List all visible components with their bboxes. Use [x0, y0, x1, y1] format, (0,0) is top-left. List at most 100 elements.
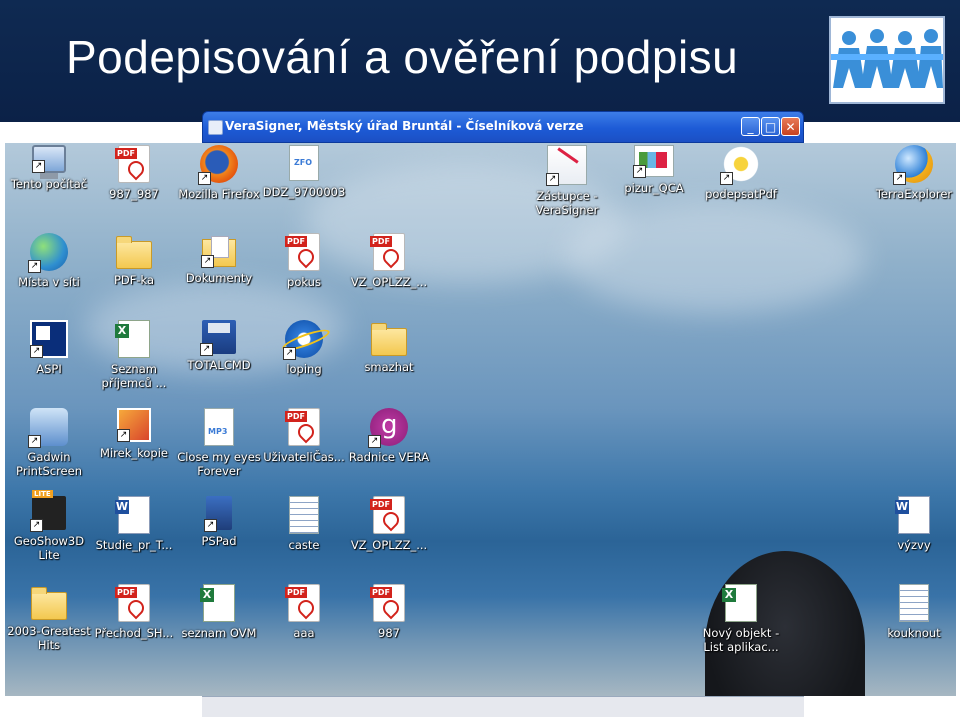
- desktop-icon-vz-oplzz[interactable]: VZ_OPLZZ_...: [345, 233, 433, 289]
- desktop-icon-label: Close my eyes Forever: [177, 450, 261, 478]
- desktop-icon-label: Místa v síti: [18, 275, 80, 289]
- desktop-icon-label: Mozilla Firefox: [178, 187, 260, 201]
- desktop-icon-label: podepsatPdf: [705, 187, 777, 201]
- desktop-icon-label: pokus: [287, 275, 321, 289]
- shortcut-arrow-icon: ↗: [893, 172, 906, 185]
- desktop-icon-pokus[interactable]: pokus: [260, 233, 348, 289]
- shortcut-arrow-icon: ↗: [117, 429, 130, 442]
- desktop-icon-dokumenty[interactable]: ↗ Dokumenty: [175, 233, 263, 285]
- desktop-icon-vz-oplzz[interactable]: VZ_OPLZZ_...: [345, 496, 433, 552]
- window-bottom-edge: [202, 696, 804, 717]
- desktop-icon-label: UživateliČas...: [263, 450, 345, 464]
- pdf-icon: [370, 584, 405, 622]
- desktop-icon-label: smazhat: [364, 360, 414, 374]
- close-button[interactable]: ✕: [781, 117, 800, 136]
- daisy-icon: ↗: [720, 145, 760, 185]
- desktop-icon-label: TOTALCMD: [187, 358, 251, 372]
- signature-icon: ↗: [546, 145, 587, 186]
- desktop-icon-smazhat[interactable]: smazhat: [345, 320, 433, 374]
- excel-icon: [722, 584, 757, 622]
- folder-icon: [371, 323, 407, 356]
- desktop-icon-label: ASPI: [36, 362, 62, 376]
- slide-title: Podepisování a ověření podpisu: [66, 31, 739, 83]
- app-icon: [208, 120, 223, 135]
- desktop-icon-ddz-9700003[interactable]: DDZ_9700003: [260, 145, 348, 199]
- desktop-icon-p-echod-sh[interactable]: Přechod_SH...: [90, 584, 178, 640]
- desktop-icon-studie-pr-t[interactable]: Studie_pr_T...: [90, 496, 178, 552]
- shortcut-arrow-icon: ↗: [28, 260, 41, 273]
- desktop-icon-label: PSPad: [201, 534, 237, 548]
- camera-icon: ↗: [28, 408, 68, 448]
- maximize-button[interactable]: □: [761, 117, 780, 136]
- notepad-icon: [899, 584, 929, 622]
- desktop-icon-totalcmd[interactable]: ↗ TOTALCMD: [175, 320, 263, 372]
- desktop-icon-label: loping: [286, 362, 322, 376]
- pdf-icon: [285, 584, 320, 622]
- desktop-icon-kouknout[interactable]: kouknout: [870, 584, 958, 640]
- desktop-icon-tento-po-ta[interactable]: ↗ Tento počítač: [5, 145, 93, 191]
- desktop-icon-seznam-p-jemc[interactable]: Seznam příjemců ...: [90, 320, 178, 390]
- internet-explorer-icon: ↗: [283, 320, 323, 360]
- shortcut-arrow-icon: ↗: [30, 345, 43, 358]
- desktop-icon-label: výzvy: [897, 538, 931, 552]
- shortcut-arrow-icon: ↗: [32, 160, 45, 173]
- desktop-icon-label: DDZ_9700003: [262, 185, 346, 199]
- desktop-icon-987[interactable]: 987: [345, 584, 433, 640]
- desktop-icon-2003-greatest-hits[interactable]: 2003-Greatest Hits: [5, 584, 93, 652]
- desktop-icon-seznam-ovm[interactable]: seznam OVM: [175, 584, 263, 640]
- desktop-icon-pdf-ka[interactable]: PDF-ka: [90, 233, 178, 287]
- desktop-icon-label: kouknout: [887, 626, 941, 640]
- image-icon: ↗: [117, 408, 151, 442]
- desktop-icon-loping[interactable]: ↗ loping: [260, 320, 348, 376]
- word-icon: [115, 496, 150, 534]
- desktop-icon-987-987[interactable]: 987_987: [90, 145, 178, 201]
- desktop-icon-m-sta-v-s-ti[interactable]: ↗ Místa v síti: [5, 233, 93, 289]
- desktop-icon-close-my-eyes-forever[interactable]: Close my eyes Forever: [175, 408, 263, 478]
- pdf-icon: [285, 408, 320, 446]
- desktop-icon-label: caste: [288, 538, 320, 552]
- desktop-icon-caste[interactable]: caste: [260, 496, 348, 552]
- vera-icon: ↗: [368, 408, 408, 448]
- shortcut-arrow-icon: ↗: [283, 347, 296, 360]
- desktop-icon-aspi[interactable]: ↗ ASPI: [5, 320, 93, 376]
- folder-icon: [116, 236, 152, 269]
- desktop-icon-label: 987: [378, 626, 400, 640]
- minimize-button[interactable]: _: [741, 117, 760, 136]
- desktop-icon-radnice-vera[interactable]: ↗ Radnice VERA: [345, 408, 433, 464]
- desktop-icon-pspad[interactable]: ↗ PSPad: [175, 496, 263, 548]
- desktop-icon-mirek-kopie[interactable]: ↗ Mirek_kopie: [90, 408, 178, 460]
- desktop-icon-u-ivateli-as[interactable]: UživateliČas...: [260, 408, 348, 464]
- notepad-icon: [289, 496, 319, 534]
- desktop-icon-label: Seznam příjemců ...: [101, 362, 167, 390]
- shortcut-arrow-icon: ↗: [198, 172, 211, 185]
- desktop-icon-terraexplorer[interactable]: ↗ TerraExplorer: [870, 145, 958, 201]
- shortcut-arrow-icon: ↗: [720, 172, 733, 185]
- pdf-icon: [115, 145, 150, 183]
- shortcut-arrow-icon: ↗: [633, 165, 646, 178]
- pdf-icon: [285, 233, 320, 271]
- desktop-icon-geoshow3d-lite[interactable]: ↗ GeoShow3D Lite: [5, 490, 93, 562]
- desktop-icon-label: Gadwin PrintScreen: [16, 450, 82, 478]
- desktop-icon-label: Zástupce - VeraSigner: [535, 189, 599, 217]
- verasigner-window-titlebar[interactable]: VeraSigner, Městský úřad Bruntál - Čísel…: [202, 111, 804, 143]
- desktop-icon-nov-objekt-list-aplikac[interactable]: Nový objekt - List aplikac...: [697, 584, 785, 654]
- window-title: VeraSigner, Městský úřad Bruntál - Čísel…: [225, 119, 584, 133]
- desktop-icon-label: pizur_QCA: [624, 181, 684, 195]
- desktop-icon-label: seznam OVM: [181, 626, 257, 640]
- globe-icon: ↗: [893, 145, 933, 185]
- desktop-icon-label: 987_987: [109, 187, 159, 201]
- firefox-icon: ↗: [198, 145, 238, 185]
- desktop-icon-v-zvy[interactable]: výzvy: [870, 496, 958, 552]
- floppy-icon: ↗: [200, 320, 236, 356]
- desktop-icon-pizur-qca[interactable]: ↗ pizur_QCA: [610, 145, 698, 195]
- desktop-icon-label: Dokumenty: [185, 271, 253, 285]
- desktop-icon-aaa[interactable]: aaa: [260, 584, 348, 640]
- desktop-icon-podepsatpdf[interactable]: ↗ podepsatPdf: [697, 145, 785, 201]
- shortcut-arrow-icon: ↗: [546, 173, 559, 186]
- shortcut-arrow-icon: ↗: [200, 343, 213, 356]
- desktop-icon-label: GeoShow3D Lite: [13, 534, 85, 562]
- desktop-icon-mozilla-firefox[interactable]: ↗ Mozilla Firefox: [175, 145, 263, 201]
- desktop-icon-label: VZ_OPLZZ_...: [350, 275, 428, 289]
- desktop-icon-z-stupce-verasigner[interactable]: ↗ Zástupce - VeraSigner: [523, 145, 611, 217]
- desktop-icon-gadwin-printscreen[interactable]: ↗ Gadwin PrintScreen: [5, 408, 93, 478]
